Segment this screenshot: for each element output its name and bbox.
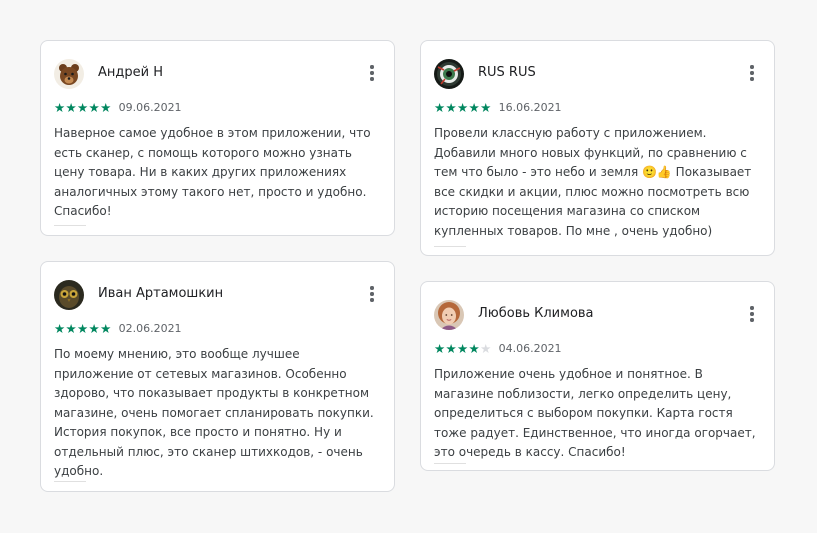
star-filled-icon: ★ (77, 321, 89, 336)
divider (434, 463, 466, 464)
star-filled-icon: ★ (65, 100, 78, 115)
review-author-name: RUS RUS (478, 65, 536, 80)
star-empty-icon: ★ (480, 341, 492, 356)
review-text: Наверное самое удобное в этом приложении… (54, 126, 371, 218)
star-filled-icon: ★ (457, 341, 469, 356)
review-card: Иван Артамошкин ★ ★ ★ ★ ★ 02.06.2021 По моему… (40, 261, 395, 492)
review-author-name: Иван Артамошкин (98, 286, 224, 301)
review-date: 16.06.2021 (498, 101, 562, 114)
owl-avatar-icon (54, 280, 84, 310)
star-filled-icon: ★ (434, 341, 446, 356)
star-filled-icon: ★ (65, 321, 78, 336)
star-rating: ★ ★ ★ ★ ★ 09.06.2021 (54, 101, 182, 115)
review-text: Провели классную работу с приложением. Д… (434, 126, 752, 238)
star-filled-icon: ★ (77, 100, 89, 115)
star-filled-icon: ★ (468, 100, 481, 115)
more-options-icon[interactable] (744, 63, 760, 83)
star-filled-icon: ★ (54, 321, 66, 336)
review-author-name: Любовь Климова (478, 306, 594, 321)
star-filled-icon: ★ (100, 321, 112, 336)
eye-avatar-icon (434, 59, 464, 89)
star-filled-icon: ★ (445, 341, 458, 356)
star-filled-icon: ★ (445, 100, 458, 115)
review-date: 02.06.2021 (118, 322, 182, 335)
star-filled-icon: ★ (100, 100, 112, 115)
review-card: Андрей Н ★ ★ ★ ★ ★ 09.06.2021 Наверное самое … (40, 40, 395, 236)
star-filled-icon: ★ (468, 341, 481, 356)
divider (434, 246, 466, 247)
divider (54, 481, 86, 482)
review-date: 09.06.2021 (118, 101, 182, 114)
divider (54, 225, 86, 226)
star-filled-icon: ★ (434, 100, 446, 115)
review-date: 04.06.2021 (498, 342, 562, 355)
star-filled-icon: ★ (54, 100, 66, 115)
review-card: Любовь Климова ★ ★ ★ ★ ★ 04.06.2021 Приложени… (420, 281, 775, 471)
review-card: RUS RUS ★ ★ ★ ★ ★ 16.06.2021 Провели классную… (420, 40, 775, 256)
review-author-name: Андрей Н (98, 65, 163, 80)
more-options-icon[interactable] (364, 63, 380, 83)
star-rating: ★ ★ ★ ★ ★ 04.06.2021 (434, 342, 562, 356)
woman-avatar-icon (434, 300, 464, 330)
star-rating: ★ ★ ★ ★ ★ 02.06.2021 (54, 322, 182, 336)
star-filled-icon: ★ (88, 321, 101, 336)
more-options-icon[interactable] (744, 304, 760, 324)
more-options-icon[interactable] (364, 284, 380, 304)
star-filled-icon: ★ (88, 100, 101, 115)
star-filled-icon: ★ (480, 100, 492, 115)
review-text: По моему мнению, это вообще лучшее прило… (54, 347, 374, 478)
bear-avatar-icon (54, 59, 84, 89)
star-rating: ★ ★ ★ ★ ★ 16.06.2021 (434, 101, 562, 115)
star-filled-icon: ★ (457, 100, 469, 115)
review-text: Приложение очень удобное и понятное. В м… (434, 367, 756, 459)
